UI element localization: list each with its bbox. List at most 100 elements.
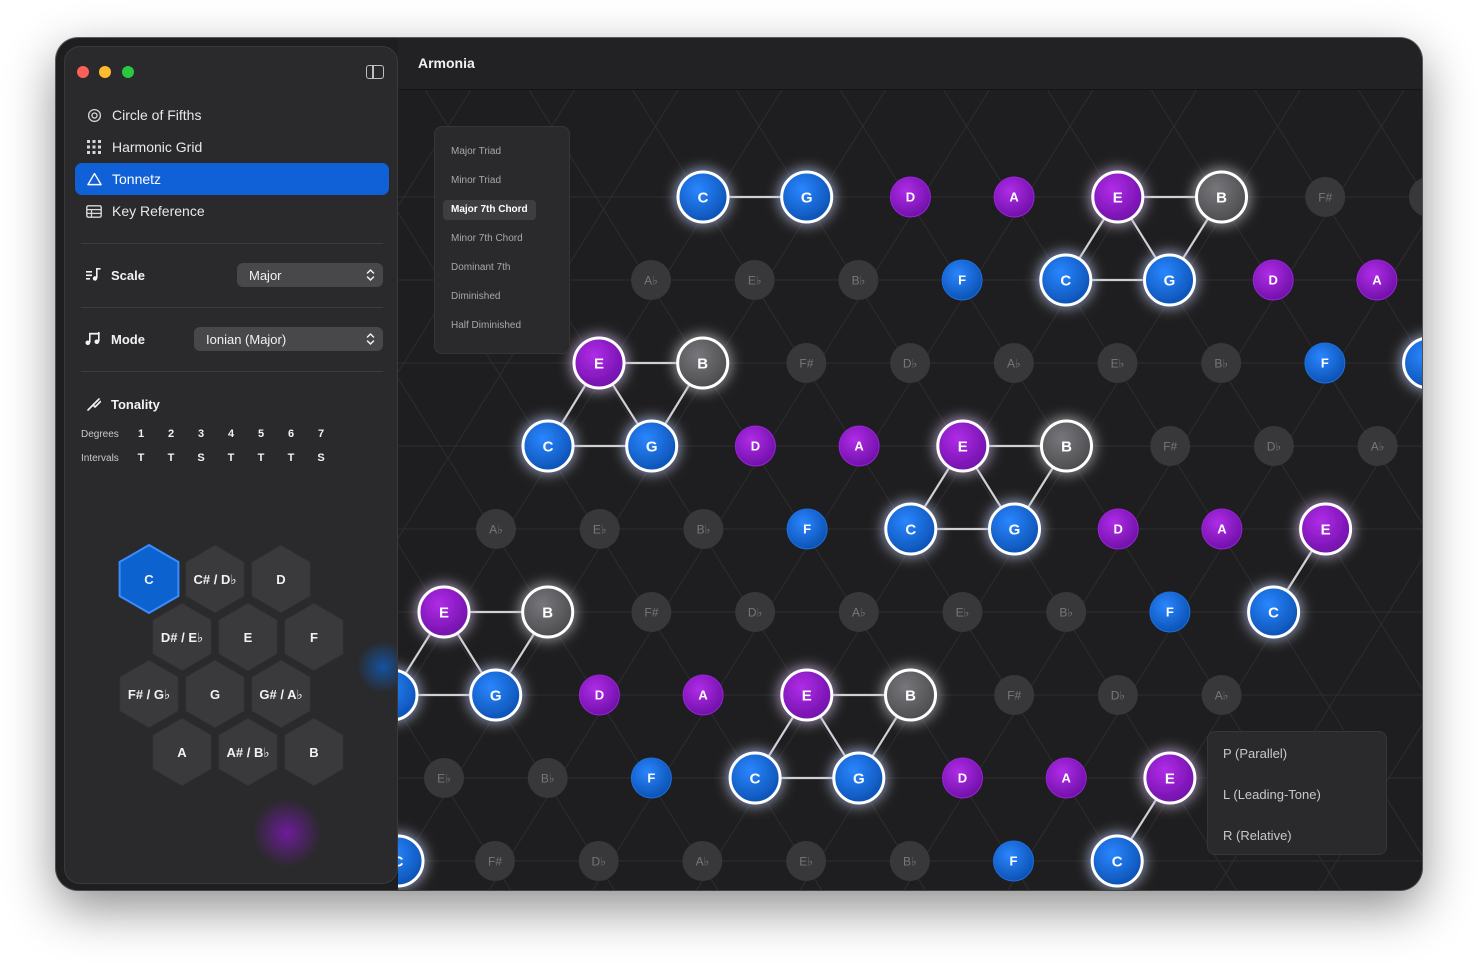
key-hex-f[interactable]: F <box>284 602 344 672</box>
tonnetz-node-b[interactable]: B <box>1040 419 1093 473</box>
tonnetz-node-c-sharp[interactable]: C# <box>1408 177 1422 217</box>
chord-option[interactable]: Minor 7th Chord <box>451 229 523 249</box>
tonnetz-node-a[interactable]: A <box>1356 259 1398 301</box>
key-hex-b[interactable]: B <box>284 717 344 787</box>
tonnetz-node-f[interactable]: F <box>630 757 672 799</box>
tonnetz-node-d-flat[interactable]: D♭ <box>578 841 619 881</box>
tonnetz-node-f[interactable]: F <box>1149 591 1191 633</box>
tonnetz-node-c[interactable]: C <box>884 502 938 556</box>
key-hex-g-sharpa-flat[interactable]: G# / A♭ <box>251 659 311 729</box>
chord-option[interactable]: Diminished <box>451 287 500 307</box>
close-window-button[interactable] <box>77 66 89 78</box>
sidebar-item-key-reference[interactable]: Key Reference <box>75 195 389 227</box>
tonnetz-node-e-flat[interactable]: E♭ <box>734 260 775 300</box>
tonnetz-node-b-flat[interactable]: B♭ <box>889 841 930 881</box>
chord-option-selected[interactable]: Major 7th Chord <box>443 200 536 220</box>
sidebar-item-tonnetz[interactable]: Tonnetz <box>75 163 389 195</box>
key-hex-d-sharpe-flat[interactable]: D# / E♭ <box>152 602 212 672</box>
tonnetz-node-e[interactable]: E <box>780 668 834 722</box>
tonnetz-node-d[interactable]: D <box>1252 259 1294 301</box>
tonnetz-node-d-flat[interactable]: D♭ <box>890 343 931 383</box>
tonnetz-node-e[interactable]: E <box>1299 502 1353 556</box>
tonnetz-node-e-flat[interactable]: E♭ <box>786 841 827 881</box>
transform-parallel[interactable]: P (Parallel) <box>1223 746 1287 761</box>
tonnetz-node-d-flat[interactable]: D♭ <box>1253 426 1294 466</box>
tonnetz-node-e[interactable]: E <box>936 419 990 473</box>
key-hex-a[interactable]: A <box>152 717 212 787</box>
tonnetz-node-e-flat[interactable]: E♭ <box>579 509 620 549</box>
tonnetz-node-g[interactable]: G <box>988 502 1041 556</box>
tonnetz-node-e-flat[interactable]: E♭ <box>424 758 464 798</box>
tonnetz-node-c[interactable]: C <box>1039 253 1093 307</box>
tonnetz-node-a-flat[interactable]: A♭ <box>476 509 516 549</box>
tonnetz-node-f-sharp[interactable]: F# <box>786 343 827 383</box>
tonnetz-node-c[interactable]: C <box>1090 834 1144 888</box>
tonnetz-node-f[interactable]: F <box>993 840 1034 882</box>
tonnetz-node-d-flat[interactable]: D♭ <box>735 592 776 632</box>
tonnetz-node-b[interactable]: B <box>1195 170 1248 224</box>
chord-option[interactable]: Major Triad <box>451 142 501 162</box>
sidebar-item-circle-of-fifths[interactable]: Circle of Fifths <box>75 99 389 131</box>
tonnetz-node-c[interactable]: C <box>1402 337 1422 389</box>
tonnetz-node-e-flat[interactable]: E♭ <box>1097 343 1138 383</box>
tonnetz-node-f[interactable]: F <box>1304 342 1346 384</box>
tonnetz-node-f-sharp[interactable]: F# <box>475 841 515 881</box>
key-hex-f-sharpg-flat[interactable]: F# / G♭ <box>119 659 179 729</box>
chord-option[interactable]: Dominant 7th <box>451 258 510 278</box>
sidebar-toggle-icon[interactable] <box>366 65 384 79</box>
tonnetz-node-b-flat[interactable]: B♭ <box>1201 343 1242 383</box>
tonnetz-node-b-flat[interactable]: B♭ <box>527 758 568 798</box>
tonnetz-node-d[interactable]: D <box>942 757 983 799</box>
tonnetz-node-d[interactable]: D <box>578 674 620 716</box>
tonnetz-node-g[interactable]: G <box>832 751 886 805</box>
tonnetz-node-a[interactable]: A <box>993 176 1035 218</box>
tonnetz-node-d[interactable]: D <box>889 176 931 218</box>
tonnetz-node-a-flat[interactable]: A♭ <box>993 343 1034 383</box>
key-hex-d[interactable]: D <box>251 544 311 614</box>
tonnetz-node-a[interactable]: A <box>838 425 880 467</box>
tonnetz-node-c[interactable]: C <box>728 751 782 805</box>
sidebar-item-harmonic-grid[interactable]: Harmonic Grid <box>75 131 389 163</box>
tonnetz-node-b[interactable]: B <box>521 585 575 639</box>
tonnetz-node-g[interactable]: G <box>1143 253 1196 307</box>
tonnetz-node-b-flat[interactable]: B♭ <box>838 260 879 300</box>
tonnetz-node-d[interactable]: D <box>734 425 776 467</box>
tonnetz-node-c[interactable]: C <box>398 834 425 888</box>
mode-select[interactable]: Ionian (Major) <box>194 327 383 351</box>
tonnetz-node-e-flat[interactable]: E♭ <box>942 592 983 632</box>
tonnetz-node-a-flat[interactable]: A♭ <box>1201 675 1242 715</box>
key-hex-c[interactable]: C <box>118 543 180 615</box>
tonnetz-node-f-sharp[interactable]: F# <box>631 592 672 632</box>
tonnetz-node-c[interactable]: C <box>1247 585 1301 639</box>
tonnetz-node-d[interactable]: D <box>1097 508 1139 550</box>
tonnetz-node-c[interactable]: C <box>676 170 730 224</box>
tonnetz-node-a-flat[interactable]: A♭ <box>682 841 723 881</box>
tonnetz-node-a[interactable]: A <box>1201 508 1243 550</box>
tonnetz-node-a-flat[interactable]: A♭ <box>838 592 879 632</box>
tonnetz-node-a-flat[interactable]: A♭ <box>631 260 671 300</box>
tonnetz-node-e[interactable]: E <box>572 336 626 390</box>
zoom-window-button[interactable] <box>122 66 134 78</box>
tonnetz-node-e[interactable]: E <box>1091 170 1145 224</box>
tonnetz-node-d-flat[interactable]: D♭ <box>1097 675 1138 715</box>
tonnetz-node-c[interactable]: C <box>521 419 575 473</box>
key-hex-c-sharpd-flat[interactable]: C# / D♭ <box>185 544 245 614</box>
minimize-window-button[interactable] <box>99 66 111 78</box>
tonnetz-node-b[interactable]: B <box>884 668 937 722</box>
tonnetz-node-f-sharp[interactable]: F# <box>1305 177 1346 217</box>
key-hex-g[interactable]: G <box>185 659 245 729</box>
key-hex-e[interactable]: E <box>218 602 278 672</box>
tonnetz-node-f-sharp[interactable]: F# <box>1150 426 1191 466</box>
tonnetz-node-a[interactable]: A <box>682 674 724 716</box>
tonnetz-node-a[interactable]: A <box>1045 757 1087 799</box>
chord-option[interactable]: Half Diminished <box>451 316 521 336</box>
scale-select[interactable]: Major <box>237 263 383 287</box>
transform-leading-tone[interactable]: L (Leading-Tone) <box>1223 787 1321 802</box>
transform-relative[interactable]: R (Relative) <box>1223 828 1292 843</box>
tonnetz-node-g[interactable]: G <box>780 170 834 224</box>
tonnetz-node-g[interactable]: G <box>625 419 679 473</box>
tonnetz-node-e[interactable]: E <box>417 585 471 639</box>
key-hex-a-sharpb-flat[interactable]: A# / B♭ <box>218 717 278 787</box>
tonnetz-node-e[interactable]: E <box>1143 751 1197 805</box>
tonnetz-node-b[interactable]: B <box>676 336 730 390</box>
